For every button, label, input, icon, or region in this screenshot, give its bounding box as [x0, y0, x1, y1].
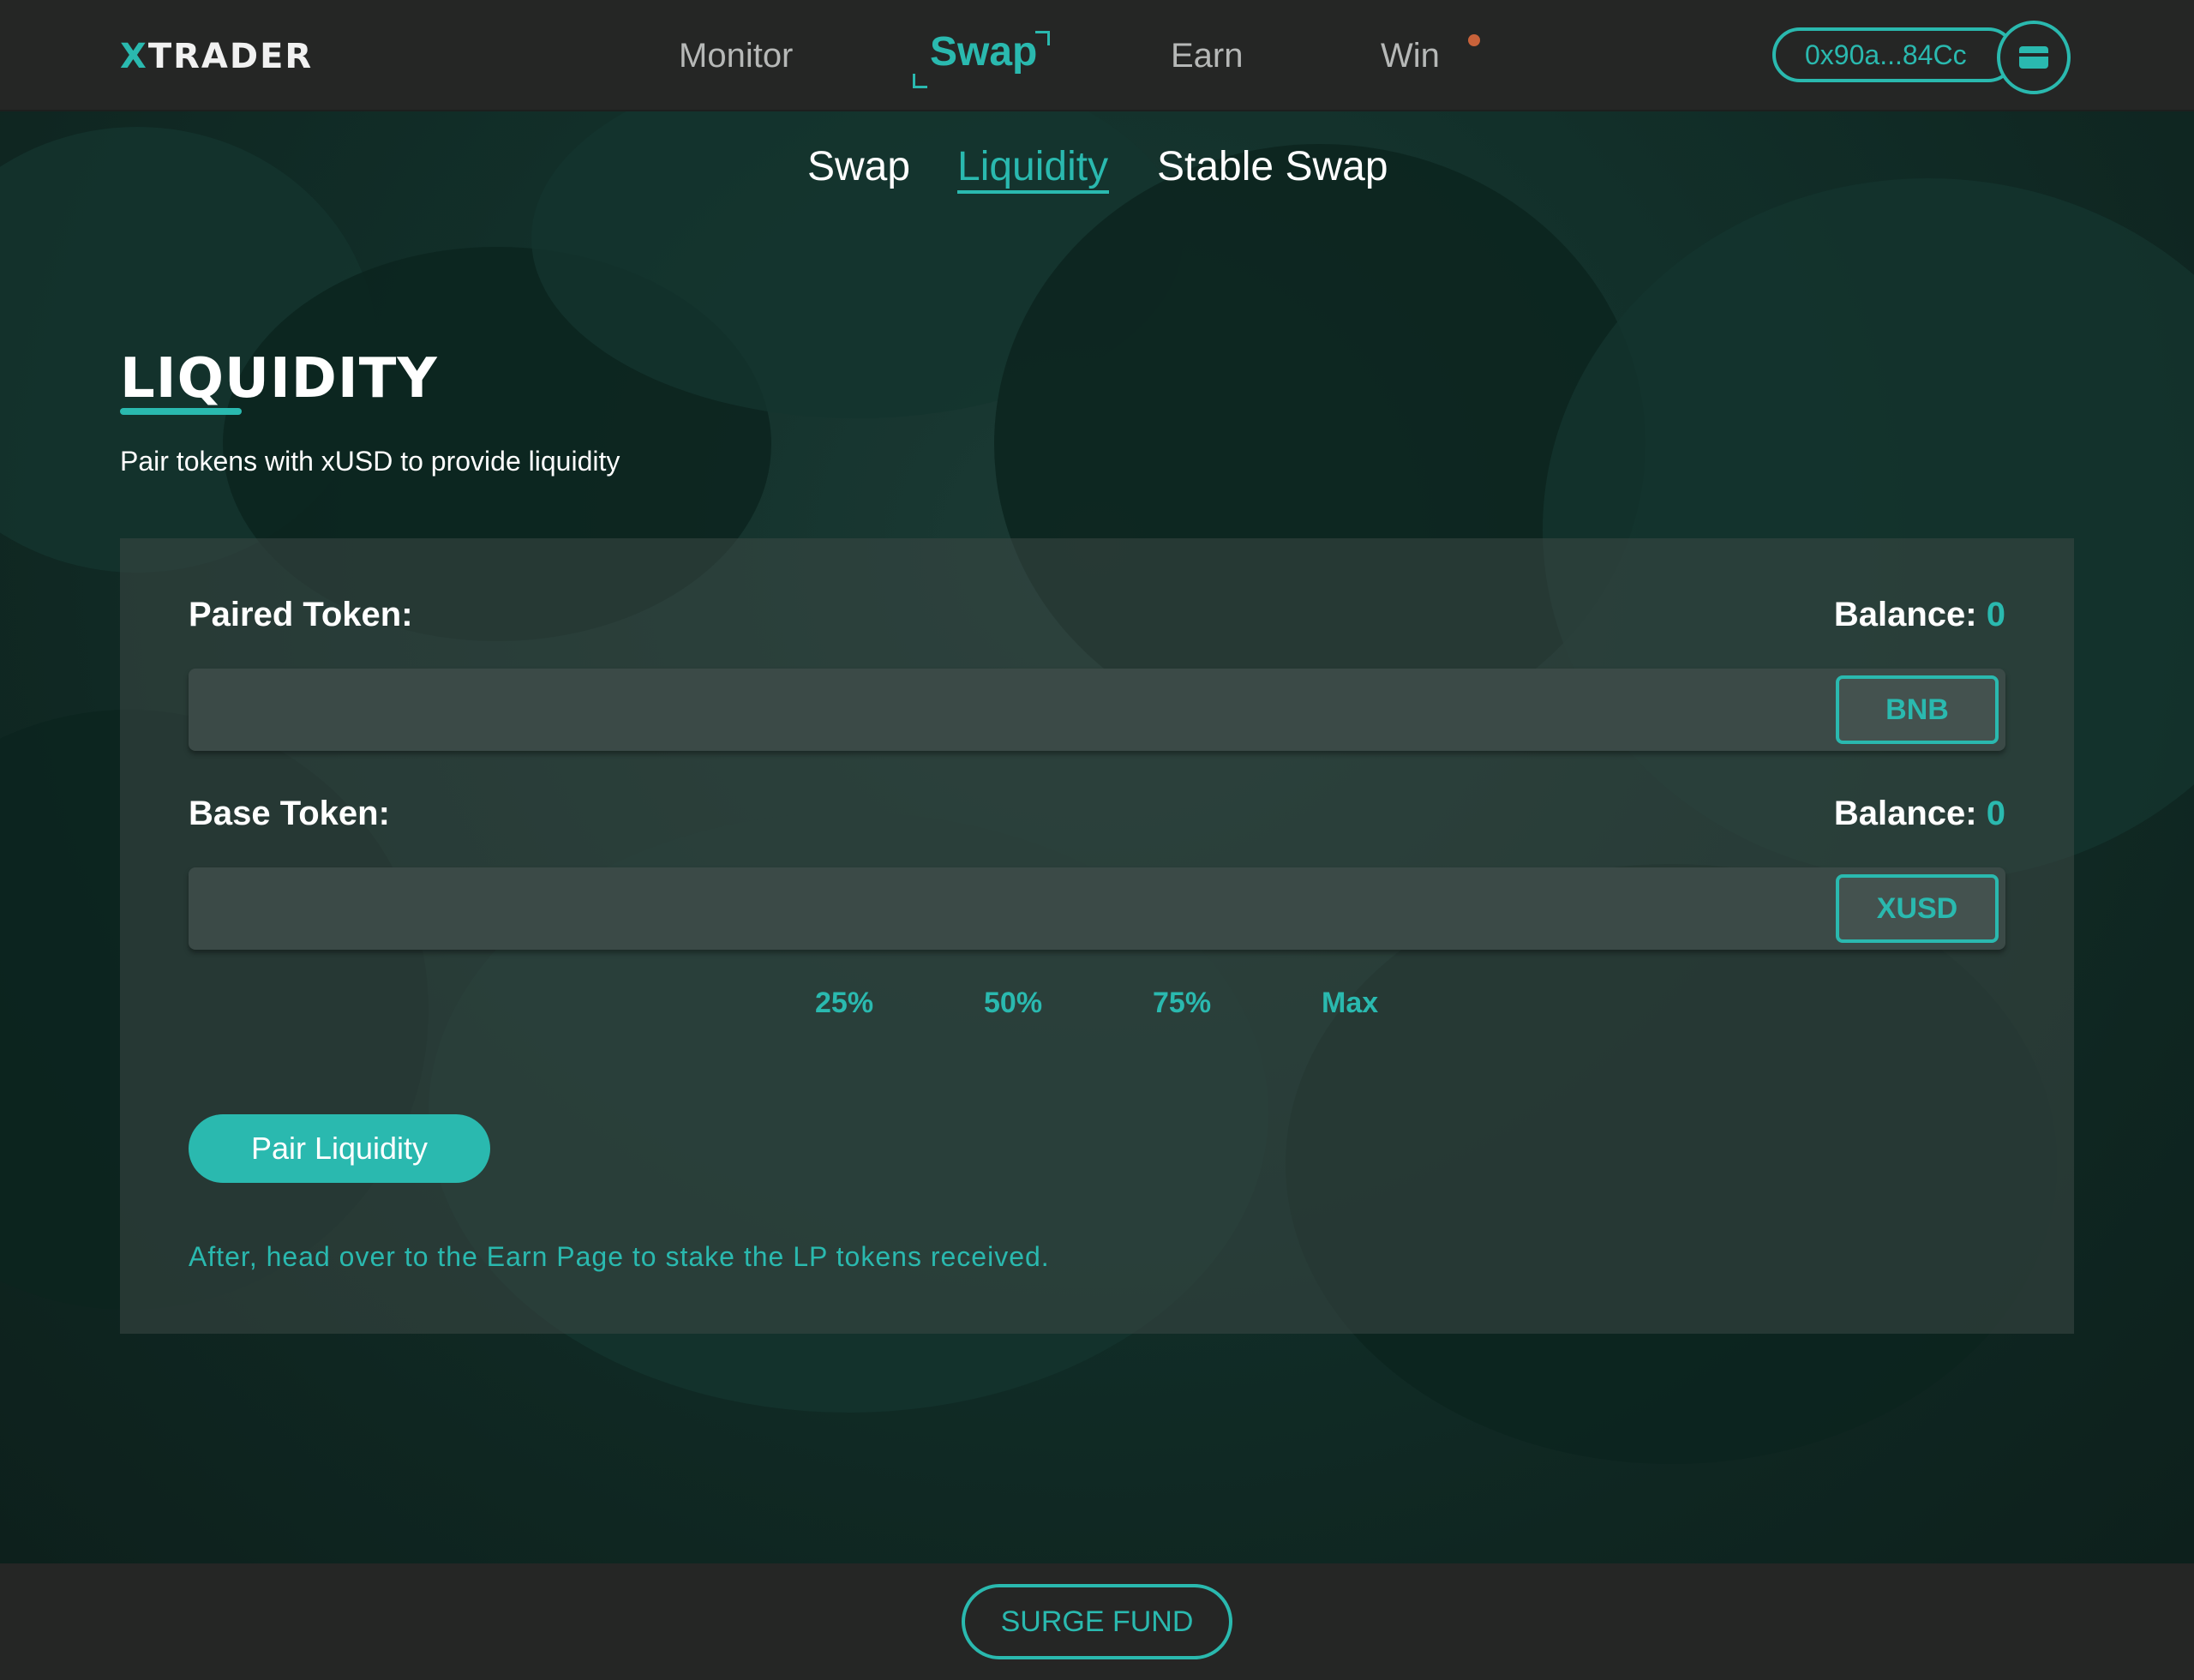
nav-item-earn[interactable]: Earn — [1171, 34, 1244, 77]
active-bracket-bottom-left — [913, 74, 927, 88]
earn-page-note: After, head over to the Earn Page to sta… — [189, 1241, 1050, 1272]
footer-bar: SURGE FUND — [0, 1563, 2194, 1680]
active-tab-underline — [957, 190, 1109, 194]
tab-swap[interactable]: Swap — [807, 137, 910, 197]
base-token-label: Base Token: — [189, 795, 390, 832]
percent-50-button[interactable]: 50% — [984, 984, 1042, 1022]
nav-item-monitor[interactable]: Monitor — [679, 34, 793, 77]
swap-subnav: Swap Liquidity Stable Swap — [0, 137, 2194, 197]
tab-liquidity[interactable]: Liquidity — [957, 137, 1108, 197]
base-token-input[interactable]: XUSD — [189, 867, 2005, 950]
active-bracket-top-right — [1035, 31, 1050, 45]
percent-25-button[interactable]: 25% — [815, 984, 873, 1022]
notification-dot — [1468, 34, 1480, 46]
paired-token-input[interactable]: BNB — [189, 669, 2005, 751]
tab-stable-swap[interactable]: Stable Swap — [1157, 137, 1388, 197]
page-title: LIQUIDITY — [120, 347, 438, 411]
percent-75-button[interactable]: 75% — [1153, 984, 1211, 1022]
paired-token-label: Paired Token: — [189, 596, 413, 633]
liquidity-panel: Paired Token: Balance: 0 BNB Base Token:… — [120, 538, 2074, 1334]
percent-max-button[interactable]: Max — [1322, 984, 1378, 1022]
base-token-select-button[interactable]: XUSD — [1836, 874, 1999, 943]
xtrader-logo[interactable]: XTRADER — [120, 38, 313, 75]
page-subtitle: Pair tokens with xUSD to provide liquidi… — [120, 446, 620, 477]
wallet-icon[interactable] — [1997, 21, 2071, 94]
paired-balance: Balance: 0 — [1833, 596, 2005, 633]
paired-token-select-button[interactable]: BNB — [1836, 675, 1999, 744]
surge-fund-button[interactable]: SURGE FUND — [962, 1584, 1232, 1659]
title-underline — [120, 408, 242, 415]
top-navigation-bar: XTRADER Monitor Swap Earn Win 0x90a...84… — [0, 0, 2194, 111]
nav-item-win[interactable]: Win — [1381, 34, 1440, 77]
nav-item-swap[interactable]: Swap — [930, 31, 1037, 74]
pair-liquidity-button[interactable]: Pair Liquidity — [189, 1114, 490, 1183]
wallet-address-button[interactable]: 0x90a...84Cc — [1772, 27, 2016, 82]
base-balance: Balance: 0 — [1833, 795, 2005, 832]
